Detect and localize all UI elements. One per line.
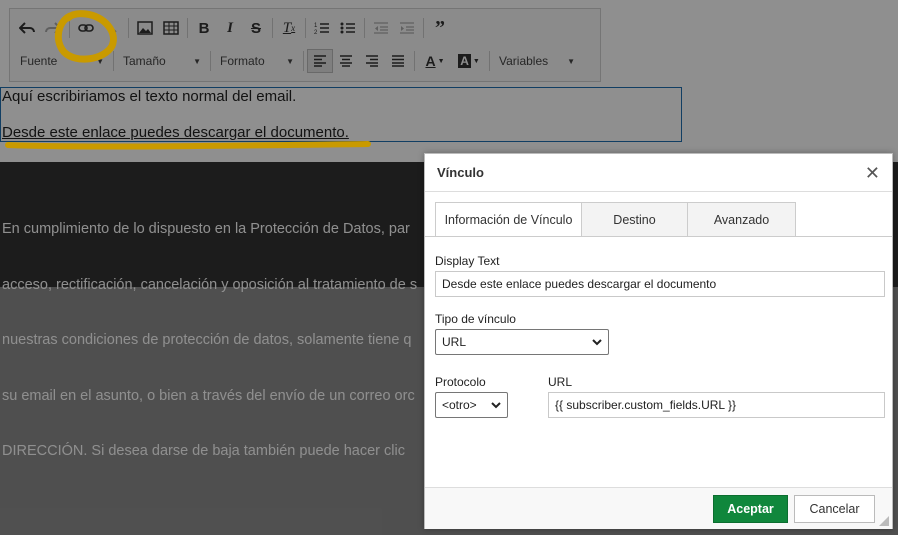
- cancel-button[interactable]: Cancelar: [794, 495, 875, 523]
- url-input[interactable]: {{ subscriber.custom_fields.URL }}: [548, 392, 885, 418]
- link-dialog: Vínculo ✕ Información de Vínculo Destino…: [424, 153, 893, 529]
- link-type-select[interactable]: URL: [435, 329, 609, 355]
- chevron-down-icon: [491, 401, 501, 408]
- chevron-down-icon: [592, 338, 602, 345]
- dialog-footer: Aceptar Cancelar: [425, 487, 892, 529]
- protocol-label: Protocolo: [435, 375, 486, 389]
- tab-target[interactable]: Destino: [581, 202, 688, 236]
- link-type-value: URL: [442, 335, 467, 349]
- accept-button[interactable]: Aceptar: [713, 495, 788, 523]
- resize-handle-icon[interactable]: [879, 516, 889, 526]
- display-text-input[interactable]: Desde este enlace puedes descargar el do…: [435, 271, 885, 297]
- tab-divider: [425, 236, 892, 237]
- dialog-tabs: Información de Vínculo Destino Avanzado: [435, 202, 796, 237]
- dialog-title: Vínculo: [437, 165, 484, 180]
- tab-advanced[interactable]: Avanzado: [687, 202, 796, 236]
- tab-link-info[interactable]: Información de Vínculo: [435, 202, 582, 237]
- url-label: URL: [548, 375, 573, 389]
- close-icon[interactable]: ✕: [865, 163, 880, 184]
- display-text-label: Display Text: [435, 254, 500, 268]
- protocol-select[interactable]: <otro>: [435, 392, 508, 418]
- dialog-titlebar: Vínculo ✕: [425, 154, 892, 192]
- link-type-label: Tipo de vínculo: [435, 312, 516, 326]
- protocol-value: <otro>: [442, 398, 477, 412]
